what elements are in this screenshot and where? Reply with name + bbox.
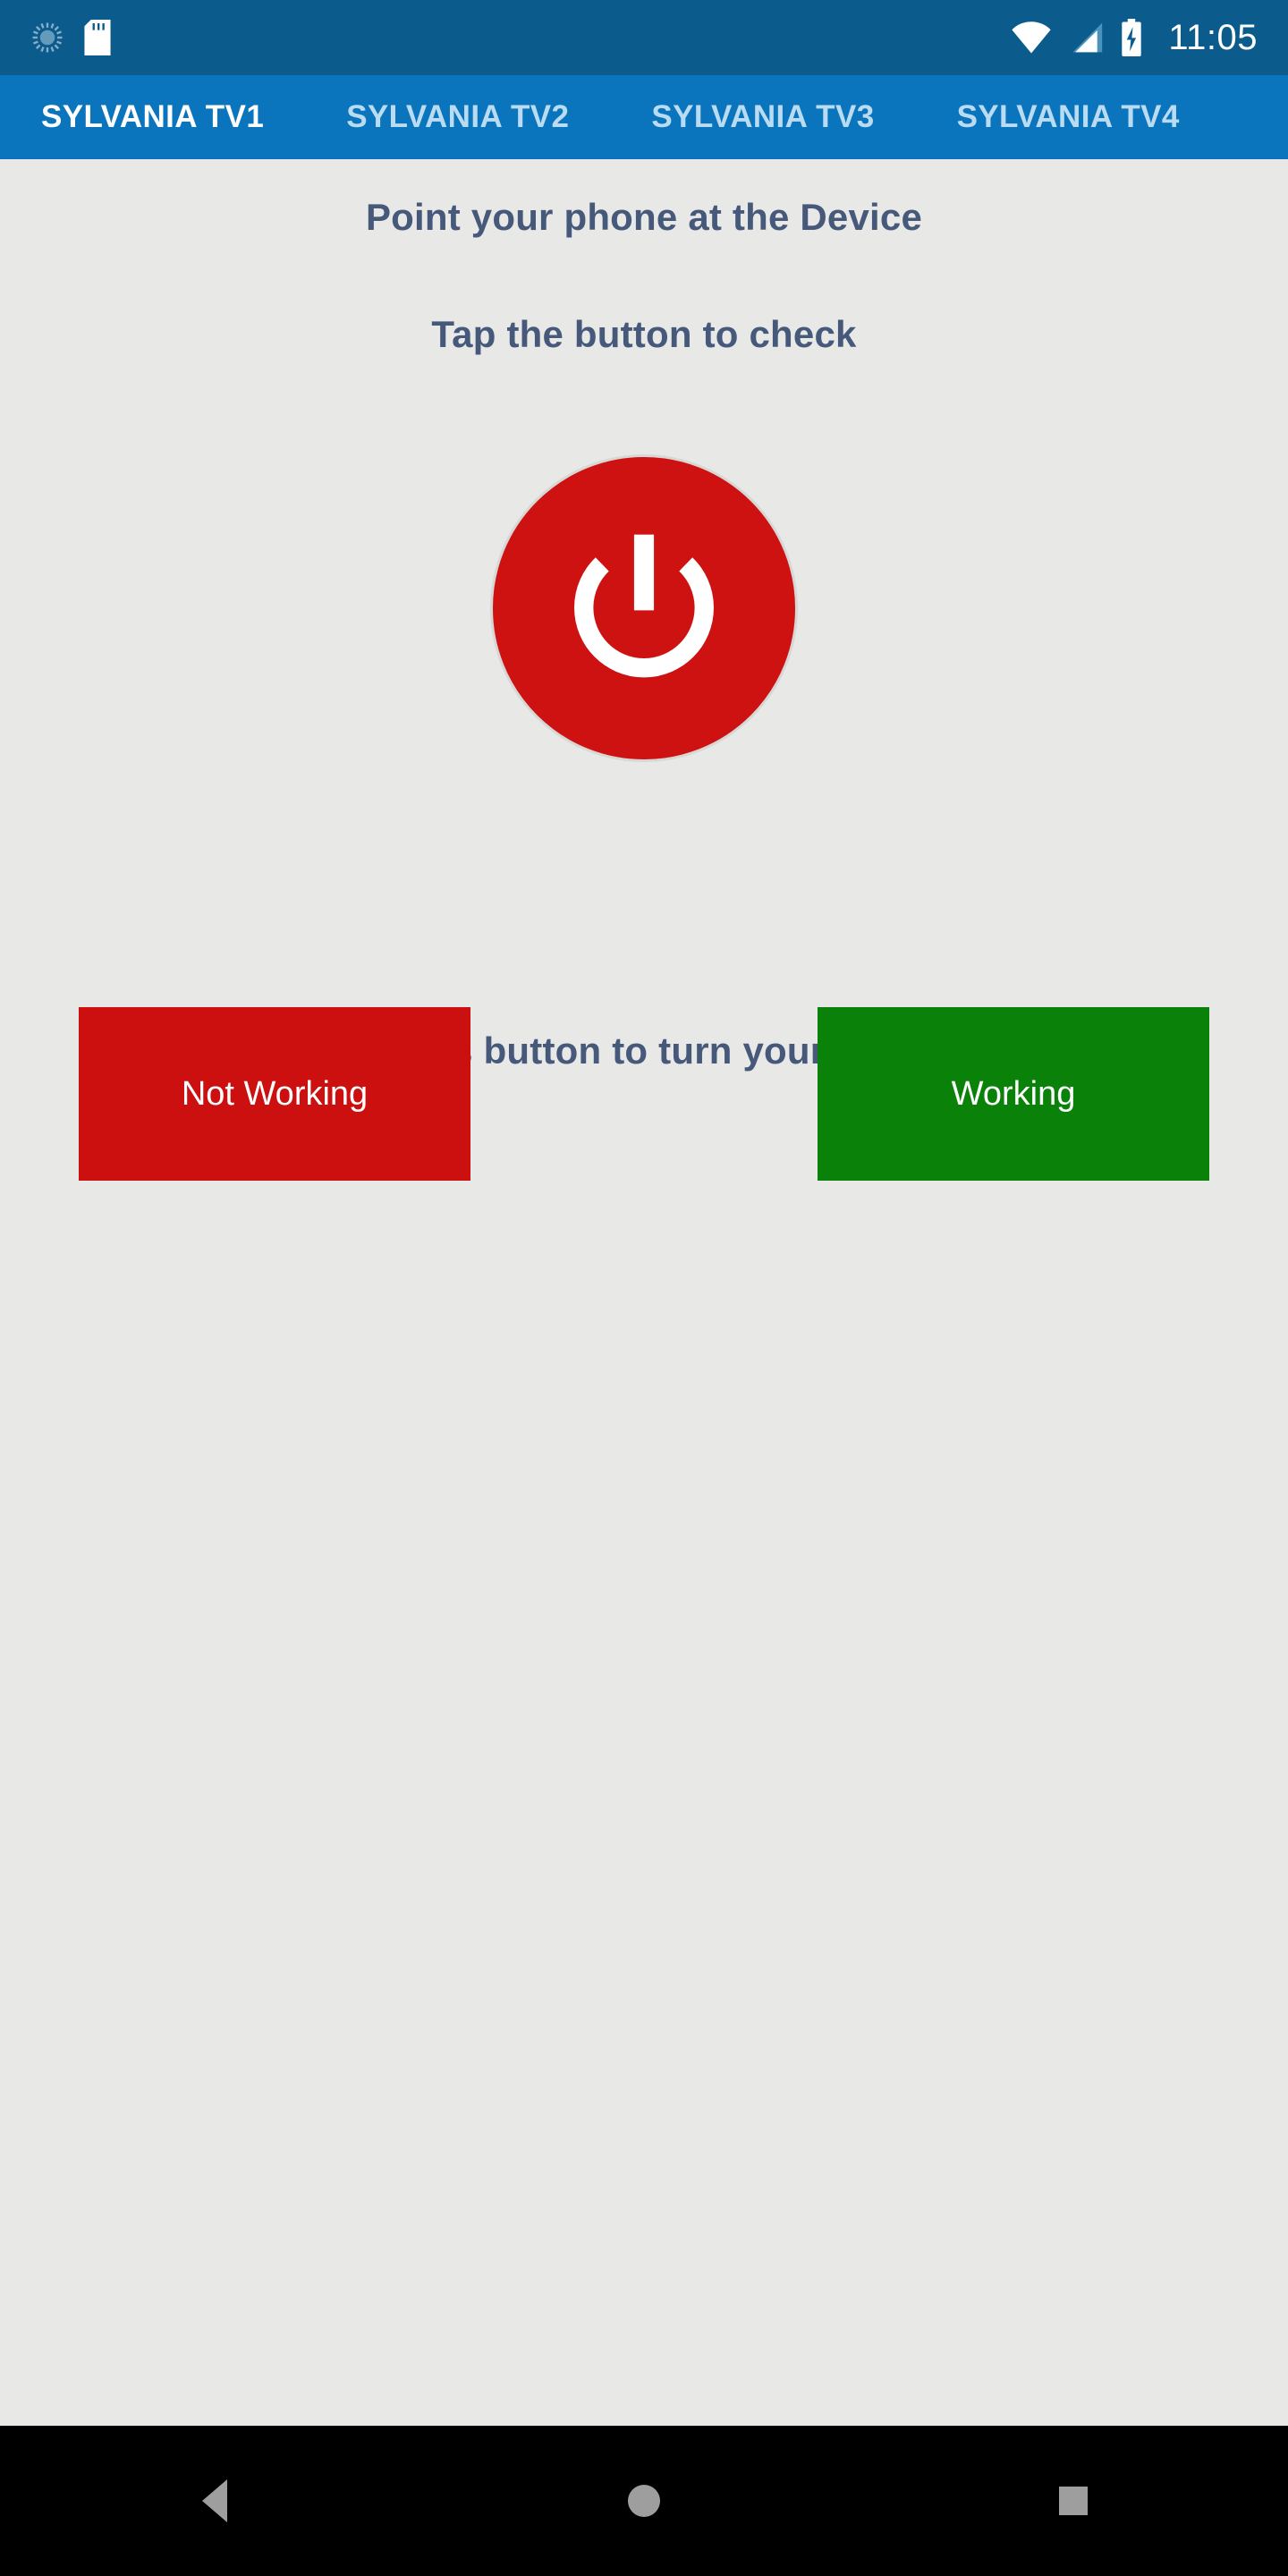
- status-bar-left-icons: [30, 20, 111, 55]
- working-button[interactable]: Working: [818, 1007, 1209, 1181]
- wifi-icon: [1012, 21, 1052, 54]
- tab-sylvania-tv2[interactable]: SYLVANIA TV2: [305, 75, 610, 159]
- nav-recents-button[interactable]: [993, 2426, 1154, 2576]
- tab-bar[interactable]: SYLVANIA TV1 SYLVANIA TV2 SYLVANIA TV3 S…: [0, 75, 1288, 159]
- main-content: Point your phone at the Device Tap the b…: [0, 159, 1288, 2426]
- tab-sylvania-tv3[interactable]: SYLVANIA TV3: [610, 75, 915, 159]
- status-bar-clock: 11:05: [1168, 17, 1258, 57]
- sync-icon: [32, 22, 63, 53]
- nav-home-button[interactable]: [564, 2426, 724, 2576]
- cellular-signal-icon: [1072, 22, 1103, 53]
- power-button-container: [490, 454, 798, 762]
- android-navigation-bar: [0, 2426, 1288, 2576]
- nav-back-button[interactable]: [134, 2426, 295, 2576]
- power-icon: [574, 534, 714, 678]
- tab-sylvania-tv1[interactable]: SYLVANIA TV1: [0, 75, 305, 159]
- not-working-button[interactable]: Not Working: [79, 1007, 470, 1181]
- status-bar-right-icons: 11:05: [1011, 18, 1258, 58]
- status-bar: 11:05: [0, 0, 1288, 75]
- tab-sylvania-tv4[interactable]: SYLVANIA TV4: [916, 75, 1221, 159]
- recents-square-icon: [1059, 2487, 1088, 2515]
- home-circle-icon: [628, 2485, 660, 2517]
- battery-charging-icon: [1122, 19, 1142, 56]
- back-triangle-icon: [202, 2479, 227, 2522]
- power-button[interactable]: [490, 454, 798, 762]
- heading-point-your-phone: Point your phone at the Device: [365, 196, 923, 238]
- sd-card-icon: [84, 20, 111, 55]
- heading-tap-the-button: Tap the button to check: [431, 313, 857, 355]
